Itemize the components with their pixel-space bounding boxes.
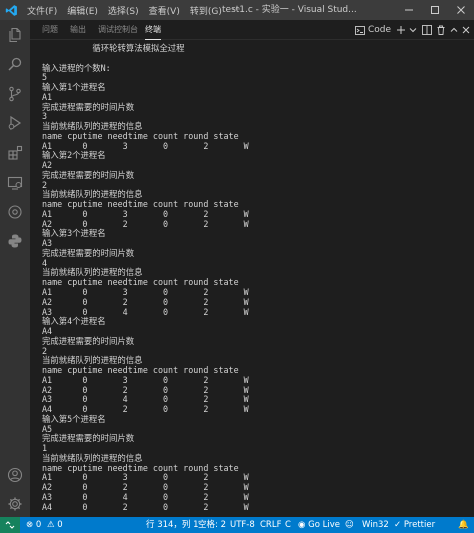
broadcast-icon: ◉ — [298, 520, 306, 530]
warning-icon: ⚠ — [46, 520, 55, 530]
menu-go[interactable]: 转到(G) — [185, 4, 227, 17]
run-debug-icon — [8, 115, 22, 131]
prettier-button[interactable]: ✓ Prettier — [394, 517, 435, 533]
language-mode[interactable]: C — [285, 517, 291, 533]
close-window-button[interactable] — [448, 0, 474, 20]
minimize-button[interactable] — [396, 0, 422, 20]
terminal-line: 输入进程的个数N: — [42, 62, 111, 73]
terminal-icon — [355, 25, 365, 35]
terminal-line: A4 0 2 0 2 W — [42, 501, 249, 512]
search-icon — [8, 57, 22, 71]
terminal-dropdown-button[interactable] — [408, 20, 418, 40]
feedback-icon[interactable]: ☺ — [345, 517, 354, 533]
close-icon — [462, 26, 470, 34]
error-count: 0 — [35, 520, 42, 530]
explorer-button[interactable] — [0, 22, 30, 48]
source-control-button[interactable] — [0, 81, 30, 107]
source-control-icon — [9, 86, 21, 102]
extensions-icon — [8, 145, 23, 160]
close-panel-button[interactable] — [460, 20, 472, 40]
terminal-line: 循环轮转算法模拟全过程 — [42, 43, 185, 53]
menu-edit[interactable]: 编辑(E) — [62, 4, 103, 17]
plus-icon — [397, 26, 405, 34]
maximize-icon — [431, 6, 439, 14]
terminal-line: 完成进程需要的时间片数 — [42, 101, 135, 112]
remote-button[interactable] — [0, 517, 20, 533]
tab-terminal[interactable]: 终端 — [145, 20, 161, 40]
encoding[interactable]: UTF-8 — [230, 517, 255, 533]
new-terminal-button[interactable] — [394, 20, 408, 40]
trash-icon — [437, 25, 445, 35]
golive-label: Go Live — [308, 520, 340, 530]
vscode-logo-icon — [0, 0, 22, 20]
extensions-button[interactable] — [0, 140, 30, 166]
close-icon — [457, 6, 465, 14]
tab-output[interactable]: 输出 — [70, 20, 86, 40]
warning-count: 0 — [57, 520, 63, 530]
files-icon — [9, 27, 21, 43]
terminal-line: 完成进程需要的时间片数 — [42, 169, 135, 180]
tab-problems[interactable]: 问题 — [42, 20, 58, 40]
panel-header: 问题 输出 调试控制台 终端 Code — [30, 20, 474, 40]
activity-bar — [0, 20, 30, 517]
terminal-line: 完成进程需要的时间片数 — [42, 247, 135, 258]
cursor-position[interactable]: 行 314，列 1 — [146, 517, 199, 533]
indentation[interactable]: 空格: 2 — [198, 517, 226, 533]
notifications-button[interactable]: 🔔 — [458, 517, 469, 533]
terminal-output[interactable]: 循环轮转算法模拟全过程 输入进程的个数N: 5 输入第1个进程名 A1 完成进程需要的时间… — [30, 40, 474, 517]
problems-indicator[interactable]: ⊗ 0 ⚠ 0 — [26, 517, 63, 533]
search-button[interactable] — [0, 51, 30, 77]
python-button[interactable] — [0, 228, 30, 254]
live-share-icon — [8, 205, 22, 219]
terminal-line: 完成进程需要的时间片数 — [42, 335, 135, 346]
maximize-panel-button[interactable] — [448, 20, 460, 40]
tab-debug-console[interactable]: 调试控制台 — [98, 20, 138, 40]
window-title: test1.c - 实验一 - Visual Stud... — [222, 5, 357, 15]
account-button[interactable] — [0, 462, 30, 488]
split-icon — [422, 25, 432, 35]
manage-button[interactable] — [0, 491, 30, 517]
prettier-label: Prettier — [403, 520, 436, 530]
python-icon — [8, 234, 22, 248]
menu-view[interactable]: 查看(V) — [144, 4, 185, 17]
chevron-up-icon — [450, 27, 458, 32]
golive-button[interactable]: ◉ Go Live — [298, 517, 340, 533]
live-share-button[interactable] — [0, 199, 30, 225]
gear-icon — [8, 497, 22, 511]
terminal-select[interactable]: Code — [352, 20, 394, 40]
maximize-button[interactable] — [422, 0, 448, 20]
platform[interactable]: Win32 — [362, 517, 389, 533]
remote-icon — [5, 521, 15, 529]
remote-explorer-button[interactable] — [0, 170, 30, 196]
chevron-down-icon — [409, 28, 417, 33]
minimize-icon — [405, 9, 413, 11]
error-icon: ⊗ — [26, 520, 34, 530]
bell-icon: 🔔 — [458, 520, 469, 530]
line-ending[interactable]: CRLF — [260, 517, 281, 533]
menu-file[interactable]: 文件(F) — [22, 4, 62, 17]
account-icon — [7, 467, 23, 483]
terminal-select-label: Code — [367, 25, 392, 35]
kill-terminal-button[interactable] — [434, 20, 448, 40]
split-terminal-button[interactable] — [420, 20, 434, 40]
menu-selection[interactable]: 选择(S) — [103, 4, 144, 17]
status-bar: ⊗ 0 ⚠ 0 行 314，列 1 空格: 2 UTF-8 CRLF C ◉ G… — [0, 517, 474, 533]
remote-explorer-icon — [7, 176, 23, 190]
run-debug-button[interactable] — [0, 110, 30, 136]
terminal-line: 完成进程需要的时间片数 — [42, 433, 135, 444]
check-icon: ✓ — [394, 520, 402, 530]
